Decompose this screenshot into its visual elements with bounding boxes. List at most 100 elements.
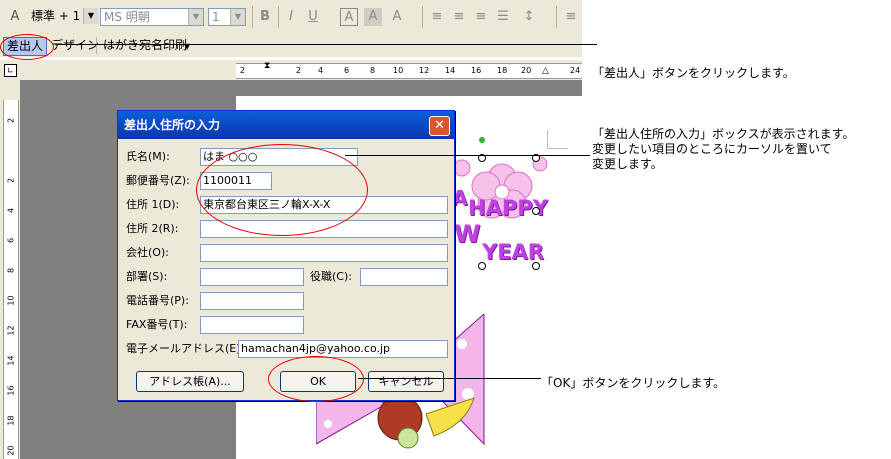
right-indent-icon[interactable]: △ bbox=[542, 66, 549, 76]
fax-field[interactable] bbox=[200, 316, 304, 334]
chevron-down-icon[interactable]: ▼ bbox=[188, 9, 203, 25]
chevron-down-icon[interactable]: ▼ bbox=[83, 8, 98, 24]
chevron-down-icon[interactable]: ▼ bbox=[230, 9, 245, 25]
ruler-tick: 18 bbox=[497, 66, 508, 75]
dialog-title: 差出人住所の入力 bbox=[124, 118, 221, 132]
email-label: 電子メールアドレス(E): bbox=[126, 342, 245, 355]
toolbar-separator bbox=[422, 6, 423, 28]
mail-merge-bar: 差出人 デザイン はがき宛名印刷 ▼ bbox=[0, 34, 582, 57]
ruler-tick: 20 bbox=[521, 66, 532, 75]
toolbar-separator bbox=[278, 6, 279, 28]
ruler-tick: 10 bbox=[393, 66, 404, 75]
ruler-tick: 12 bbox=[6, 325, 16, 336]
ruler-tick: 4 bbox=[318, 66, 324, 75]
selection-handle[interactable] bbox=[478, 262, 486, 270]
department-label: 部署(S): bbox=[126, 270, 168, 283]
ruler-tick: 14 bbox=[445, 66, 456, 75]
rotate-handle[interactable] bbox=[479, 137, 485, 143]
ruler-tick: 16 bbox=[6, 385, 16, 396]
address2-label: 住所 2(R): bbox=[126, 222, 179, 235]
email-field[interactable]: hamachan4jp@yahoo.co.jp bbox=[238, 340, 448, 358]
size-combo-value: 1 bbox=[212, 10, 220, 24]
company-label: 会社(O): bbox=[126, 246, 169, 259]
toolbar-separator bbox=[252, 6, 253, 28]
ruler-strip: 2 2 4 6 8 10 12 14 16 18 20 24 ⧗ △ bbox=[236, 61, 582, 79]
toolbar-separator bbox=[556, 6, 557, 28]
annotation-dialog-3: 変更します。 bbox=[592, 157, 663, 171]
ruler-tick: 16 bbox=[471, 66, 482, 75]
char-border-icon[interactable]: A bbox=[340, 8, 358, 26]
ruler-tick: 12 bbox=[419, 66, 430, 75]
dialog-pointer-line bbox=[345, 155, 590, 156]
page-corner-mark bbox=[547, 130, 568, 149]
company-field[interactable] bbox=[200, 244, 448, 262]
ruler-tick: 10 bbox=[6, 295, 16, 306]
font-combo-value: MS 明朝 bbox=[104, 10, 150, 24]
sender-pointer-line bbox=[55, 44, 597, 45]
selection-handle[interactable] bbox=[532, 207, 540, 215]
design-button[interactable]: デザイン bbox=[48, 37, 102, 54]
ruler-strip: 2 2 4 6 8 10 12 14 16 18 20 bbox=[3, 100, 19, 459]
card-year-text: YEAR bbox=[482, 240, 544, 264]
ruler-tick: 8 bbox=[6, 267, 16, 274]
align-center-icon[interactable]: ≡ bbox=[450, 8, 468, 26]
font-color-icon[interactable]: A bbox=[388, 8, 406, 26]
style-combo[interactable]: 標準 + 1 ▼ bbox=[28, 8, 98, 26]
annotation-dialog-2: 変更したい項目のところにカーソルを置いて bbox=[592, 142, 832, 156]
tab-selector-icon[interactable]: ∟ bbox=[4, 64, 17, 77]
phone-field[interactable] bbox=[200, 292, 304, 310]
dialog-titlebar[interactable]: 差出人住所の入力 ✕ bbox=[118, 111, 454, 139]
size-combo[interactable]: 1 ▼ bbox=[208, 8, 246, 26]
fields-highlight bbox=[196, 144, 368, 236]
position-field[interactable] bbox=[360, 268, 448, 286]
ruler-tick: 2 bbox=[6, 117, 16, 124]
ok-highlight bbox=[268, 356, 364, 402]
bold-icon[interactable]: B bbox=[256, 8, 274, 26]
italic-icon[interactable]: I bbox=[282, 8, 300, 26]
char-shading-icon[interactable]: A bbox=[364, 8, 382, 26]
numbering-icon[interactable]: ≡ bbox=[562, 8, 580, 26]
ruler-tick: 2 bbox=[296, 66, 302, 75]
ruler-tick: 6 bbox=[6, 237, 16, 244]
indent-marker-icon[interactable]: ⧗ bbox=[264, 61, 270, 71]
ruler-tick: 4 bbox=[6, 207, 16, 214]
phone-label: 電話番号(P): bbox=[126, 294, 189, 307]
ruler-tick: 14 bbox=[6, 355, 16, 366]
cancel-button[interactable]: キャンセル bbox=[368, 371, 444, 392]
ruler-tick: 8 bbox=[370, 66, 376, 75]
align-left-icon[interactable]: ≡ bbox=[428, 8, 446, 26]
ruler-tick: 20 bbox=[6, 445, 16, 456]
zip-label: 郵便番号(Z): bbox=[126, 174, 190, 187]
line-spacing-icon[interactable]: ↕ bbox=[520, 8, 538, 26]
ruler-tick: 2 bbox=[6, 177, 16, 184]
selection-handle[interactable] bbox=[532, 262, 540, 270]
sender-highlight bbox=[0, 34, 54, 60]
name-label: 氏名(M): bbox=[126, 150, 170, 163]
card-w-text: W bbox=[454, 220, 481, 248]
close-icon[interactable]: ✕ bbox=[429, 116, 450, 136]
address-book-button[interactable]: アドレス帳(A)... bbox=[136, 371, 244, 392]
ruler-tick: 2 bbox=[240, 66, 246, 75]
style-icon[interactable]: A bbox=[6, 8, 24, 26]
address1-label: 住所 1(D): bbox=[126, 198, 180, 211]
ruler-tick: 6 bbox=[344, 66, 350, 75]
ruler-tick: 24 bbox=[570, 66, 581, 75]
postcard-print-button[interactable]: はがき宛名印刷 bbox=[100, 37, 190, 54]
distribute-icon[interactable]: ☰ bbox=[494, 8, 512, 26]
horizontal-ruler[interactable]: ∟ 2 2 4 6 8 10 12 14 16 18 20 24 ⧗ △ bbox=[0, 60, 582, 80]
align-right-icon[interactable]: ≡ bbox=[472, 8, 490, 26]
annotation-ok: 「OK」ボタンをクリックします。 bbox=[541, 376, 726, 390]
font-combo[interactable]: MS 明朝 ▼ bbox=[100, 8, 204, 26]
style-combo-value: 標準 + 1 bbox=[31, 9, 81, 23]
formatting-toolbar: A 標準 + 1 ▼ MS 明朝 ▼ 1 ▼ B I U A A A ≡ ≡ ≡… bbox=[0, 0, 582, 35]
menu-separator bbox=[96, 37, 97, 54]
vertical-ruler[interactable]: 2 2 4 6 8 10 12 14 16 18 20 bbox=[0, 80, 20, 459]
underline-icon[interactable]: U bbox=[304, 8, 322, 26]
ok-pointer-line bbox=[358, 378, 541, 379]
annotation-sender: 「差出人」ボタンをクリックします。 bbox=[592, 66, 795, 80]
position-label: 役職(C): bbox=[310, 270, 352, 283]
ruler-tick: 18 bbox=[6, 415, 16, 426]
annotation-dialog-1: 「差出人住所の入力」ボックスが表示されます。 bbox=[592, 127, 855, 141]
fax-label: FAX番号(T): bbox=[126, 318, 188, 331]
department-field[interactable] bbox=[200, 268, 304, 286]
